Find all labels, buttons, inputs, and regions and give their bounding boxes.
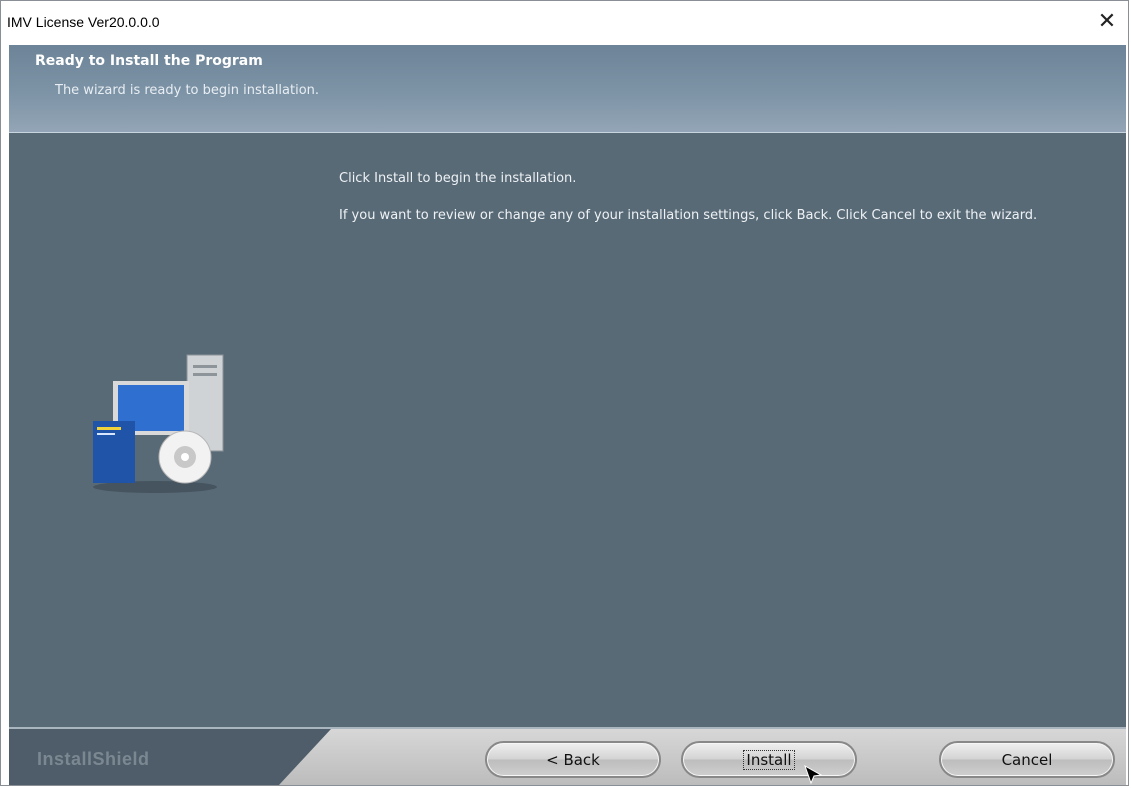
page-title: Ready to Install the Program [35, 53, 263, 69]
back-button[interactable]: < Back [485, 741, 661, 778]
cancel-button[interactable]: Cancel [939, 741, 1115, 778]
wizard-header: Ready to Install the Program The wizard … [9, 45, 1126, 133]
install-button[interactable]: Install [681, 741, 857, 778]
wizard-content: Click Install to begin the installation.… [9, 133, 1126, 727]
window-title: IMV License Ver20.0.0.0 [7, 14, 160, 30]
mouse-cursor-icon [804, 764, 823, 785]
install-button-label: Install [743, 749, 795, 770]
back-button-label: < Back [546, 750, 600, 769]
computer-setup-icon [93, 354, 224, 493]
close-icon[interactable]: ✕ [1094, 9, 1120, 35]
wizard-footer: InstallShield < Back Install Cancel [9, 727, 1126, 785]
page-subtitle: The wizard is ready to begin installatio… [55, 83, 320, 98]
installshield-logo: InstallShield [37, 749, 150, 769]
title-bar[interactable]: IMV License Ver20.0.0.0 ✕ [1, 1, 1128, 45]
install-instruction: Click Install to begin the installation. [339, 171, 577, 186]
review-instruction: If you want to review or change any of y… [339, 208, 1038, 223]
installer-window: IMV License Ver20.0.0.0 ✕ Ready to Insta… [0, 0, 1129, 786]
cancel-button-label: Cancel [1001, 750, 1053, 769]
